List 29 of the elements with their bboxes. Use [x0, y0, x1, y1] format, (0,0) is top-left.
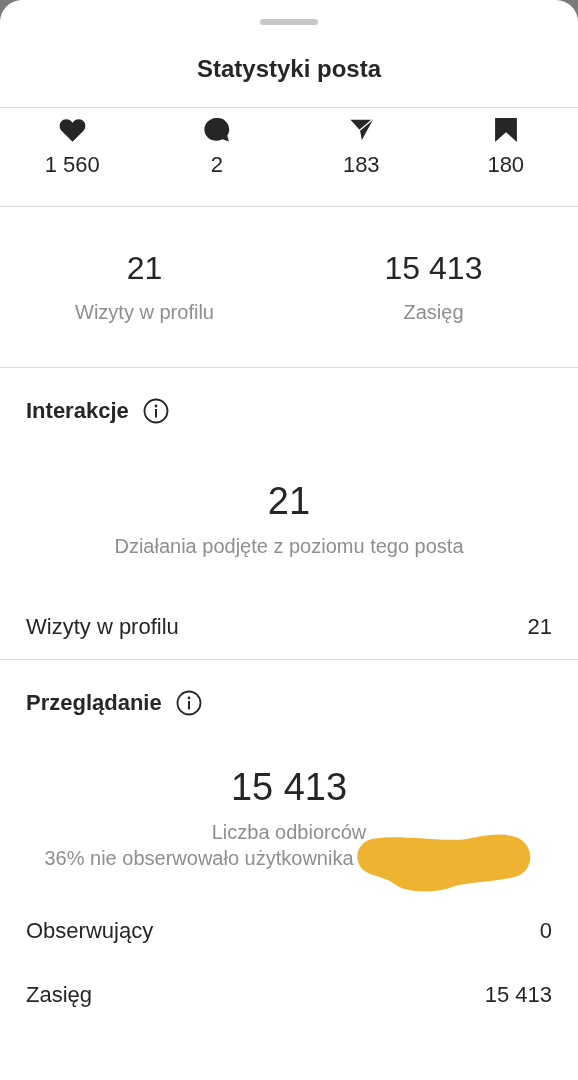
metric-caption: 36% nie obserwowało użytkownika — [44, 846, 354, 871]
row-value: 15 413 — [484, 982, 552, 1008]
count-value: 1 560 — [44, 152, 100, 178]
sheet-title: Statystyki posta — [195, 54, 383, 84]
summary-value: 15 413 — [384, 250, 483, 287]
count-value: 183 — [342, 152, 380, 178]
info-icon[interactable] — [142, 398, 169, 424]
row-label: Obserwujący — [26, 918, 154, 944]
paper-plane-icon — [348, 118, 374, 142]
count-value: 2 — [210, 152, 223, 178]
section-title: Przeglądanie — [26, 690, 162, 716]
summary-label: Wizyty w profilu — [75, 301, 214, 324]
row-label: Wizyty w profilu — [26, 614, 179, 640]
heart-icon — [58, 118, 86, 142]
count-value: 180 — [487, 152, 525, 178]
row-value: 0 — [539, 918, 552, 944]
bookmark-icon — [494, 118, 517, 142]
summary-value: 21 — [126, 250, 163, 287]
section-title: Interakcje — [26, 398, 129, 424]
summary-label: Zasięg — [403, 301, 464, 324]
row-label: Zasięg — [26, 982, 93, 1008]
metric-value: 15 413 — [230, 766, 348, 809]
metric-caption: Działania podjęte z poziomu tego posta — [114, 534, 464, 559]
drag-handle[interactable] — [260, 19, 318, 25]
speech-bubble-icon — [203, 118, 230, 142]
metric-value: 21 — [267, 480, 311, 523]
row-value: 21 — [527, 614, 552, 640]
info-icon[interactable] — [175, 690, 202, 716]
metric-caption: Liczba odbiorców — [211, 820, 367, 845]
